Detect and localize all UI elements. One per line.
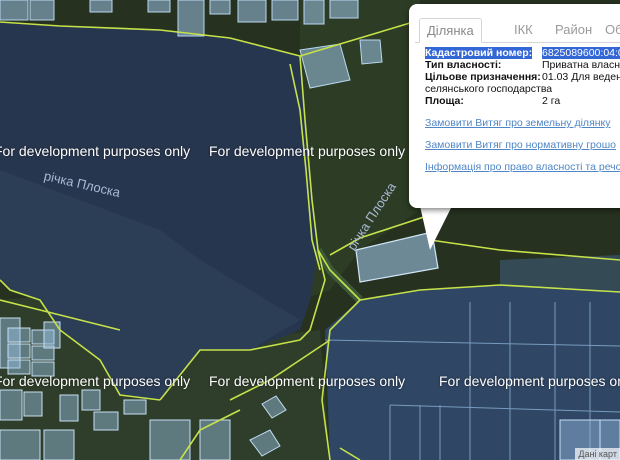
parcel-info: Кадастровий номер: 6825089600:04:0 Тип в… (425, 47, 620, 107)
ownership-type-value: Приватна власні (542, 59, 620, 71)
popup-tail (420, 206, 452, 250)
parcel-info-popup: Ділянка ІКК Район Обл Кадастровий номер:… (409, 4, 620, 208)
watermark-text: For development purposes only (0, 373, 191, 389)
watermark-text: For development purposes only (439, 373, 620, 389)
map-attribution[interactable]: Дані карт (575, 448, 620, 460)
watermark-text: For development purposes only (0, 143, 191, 159)
watermark-text: For development purposes only (209, 373, 406, 389)
popup-tabs: Ділянка ІКК Район Обл (415, 18, 620, 43)
field-parcel-strip (500, 255, 620, 290)
tab-ikk[interactable]: ІКК (507, 18, 540, 41)
popup-links: Замовити Витяг про земельну ділянку Замо… (425, 117, 620, 183)
ownership-type-label: Тип власності: (425, 59, 502, 71)
area-value: 2 га (542, 95, 561, 107)
order-land-extract-link[interactable]: Замовити Витяг про земельну ділянку (425, 117, 620, 139)
cadastral-number-label: Кадастровий номер: (425, 47, 533, 59)
tab-region[interactable]: Обл (598, 18, 620, 41)
watermark-text: For development purposes only (209, 143, 406, 159)
purpose-value-continued: селянського господарства (425, 83, 553, 95)
cadastral-number-value[interactable]: 6825089600:04:0 (542, 47, 620, 59)
purpose-value: 01.03 Для веден (542, 71, 620, 83)
area-label: Площа: (425, 95, 464, 107)
ownership-info-link[interactable]: Інформація про право власності та речо (425, 161, 620, 183)
tab-parcel[interactable]: Ділянка (419, 18, 482, 43)
purpose-label: Цільове призначення: (425, 71, 541, 83)
tab-district[interactable]: Район (548, 18, 599, 41)
order-valuation-extract-link[interactable]: Замовити Витяг про нормативну грошо (425, 139, 620, 161)
